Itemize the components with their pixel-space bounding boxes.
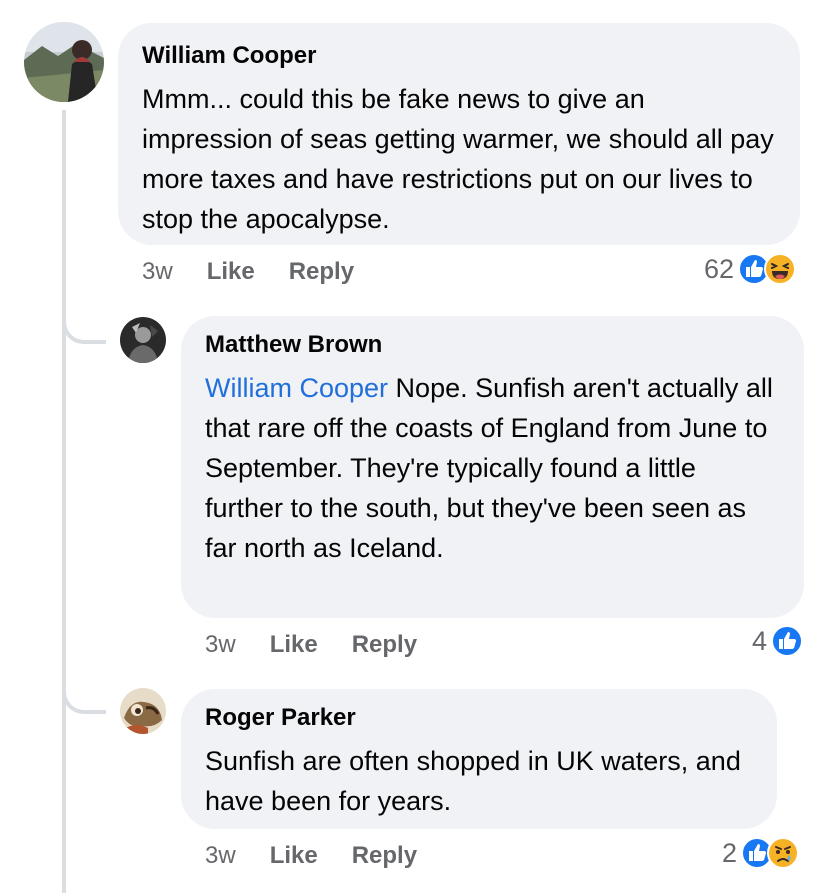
avatar-image xyxy=(24,22,104,102)
avatar[interactable] xyxy=(120,317,166,363)
reaction-summary[interactable]: 4 xyxy=(752,624,804,658)
comment-text: Mmm... could this be fake news to give a… xyxy=(142,84,774,234)
avatar[interactable] xyxy=(24,22,104,102)
comment-actions: 3w Like Reply xyxy=(142,257,354,287)
avatar[interactable] xyxy=(120,688,166,734)
reply-connector xyxy=(62,670,106,714)
like-icon xyxy=(771,625,804,657)
reply-author[interactable]: Roger Parker xyxy=(205,703,753,733)
haha-icon xyxy=(764,253,797,285)
thread-line xyxy=(62,110,66,893)
like-button[interactable]: Like xyxy=(207,257,255,287)
reaction-summary[interactable]: 62 xyxy=(704,252,797,286)
reply-text: William Cooper Nope. Sunfish aren't actu… xyxy=(205,368,780,568)
mention-link[interactable]: William Cooper xyxy=(205,373,388,403)
reply-text: Sunfish are often shopped in UK waters, … xyxy=(205,746,741,816)
reply-button[interactable]: Reply xyxy=(289,257,354,287)
like-button[interactable]: Like xyxy=(270,841,318,871)
comment-bubble: William Cooper Mmm... could this be fake… xyxy=(118,23,800,245)
reply-timestamp[interactable]: 3w xyxy=(205,630,236,660)
like-button[interactable]: Like xyxy=(270,630,318,660)
reply-author[interactable]: Matthew Brown xyxy=(205,330,780,360)
reply-timestamp[interactable]: 3w xyxy=(205,841,236,871)
comment-timestamp[interactable]: 3w xyxy=(142,257,173,287)
reaction-count: 2 xyxy=(722,837,738,868)
reply-bubble: Roger Parker Sunfish are often shopped i… xyxy=(181,689,777,829)
reply-button[interactable]: Reply xyxy=(352,630,417,660)
avatar-image xyxy=(120,317,166,363)
reaction-count: 4 xyxy=(752,625,768,656)
reaction-count: 62 xyxy=(704,253,735,284)
reply-actions: 3w Like Reply xyxy=(205,630,417,660)
reply-connector xyxy=(62,300,106,344)
avatar-image xyxy=(120,688,166,734)
reply-actions: 3w Like Reply xyxy=(205,841,417,871)
reply-bubble: Matthew Brown William Cooper Nope. Sunfi… xyxy=(181,316,804,618)
comment-author[interactable]: William Cooper xyxy=(142,41,776,71)
reaction-summary[interactable]: 2 xyxy=(722,836,800,870)
sad-icon xyxy=(767,837,800,869)
reply-button[interactable]: Reply xyxy=(352,841,417,871)
